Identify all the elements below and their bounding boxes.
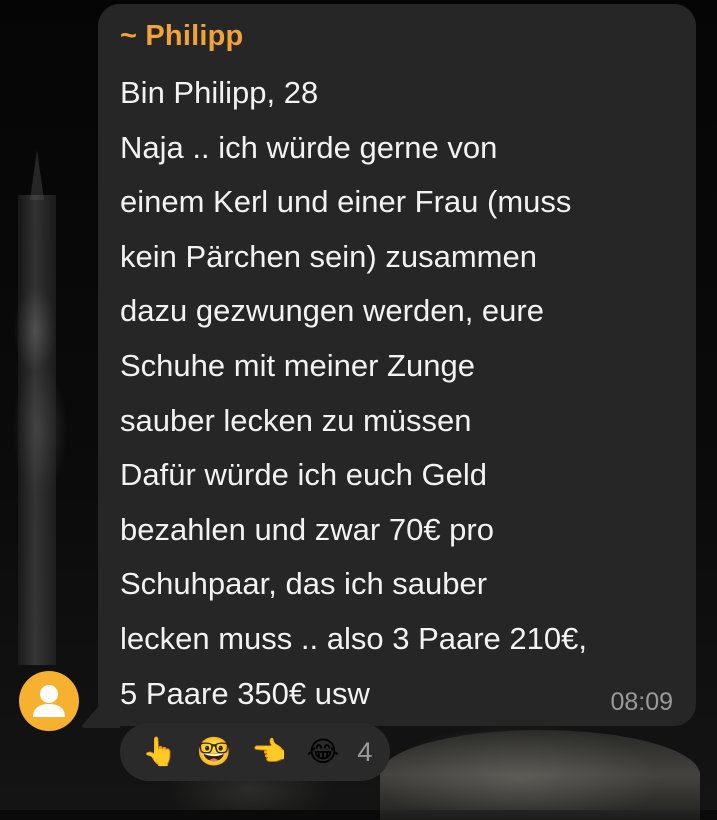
minaret-spire <box>30 150 44 200</box>
person-icon <box>33 685 65 717</box>
pointing-up-icon[interactable]: 👆 <box>142 738 177 766</box>
reaction-count: 4 <box>357 736 373 767</box>
mosque-dome <box>380 730 700 820</box>
user-avatar[interactable] <box>19 671 79 731</box>
message-timestamp: 08:09 <box>610 688 673 716</box>
minaret <box>18 195 56 665</box>
reactions-bar[interactable]: 👆 🤓 👈 😂 4 <box>120 723 390 781</box>
nerd-face-icon[interactable]: 🤓 <box>197 738 232 766</box>
message-text: Bin Philipp, 28 Naja .. ich würde gerne … <box>120 75 587 711</box>
sender-name[interactable]: ~ Philipp <box>120 20 243 53</box>
pointing-left-icon[interactable]: 👈 <box>252 738 287 766</box>
tears-of-joy-icon[interactable]: 😂 <box>307 738 340 766</box>
